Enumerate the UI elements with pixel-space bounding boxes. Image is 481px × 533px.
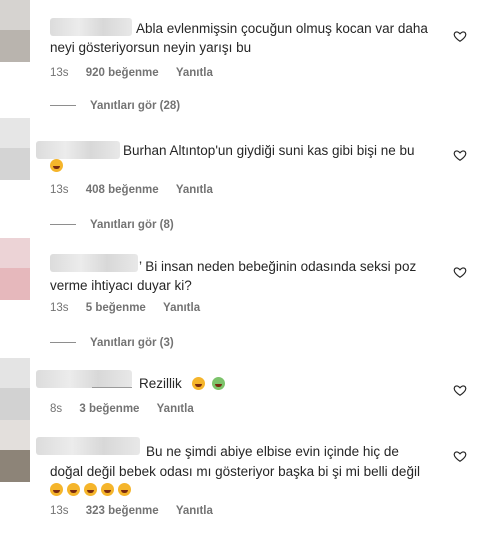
view-replies-label: Yanıtları gör (8) [90, 219, 174, 231]
heart-icon[interactable] [453, 383, 467, 397]
emoji-row [50, 156, 67, 175]
like-count[interactable]: 5 beğenme [86, 302, 146, 314]
comment-text: Abla evlenmişsin çocuğun olmuş kocan var… [136, 21, 428, 36]
laughing-crying-emoji-icon [67, 483, 80, 496]
view-replies-button[interactable]: Yanıtları gör (8) [50, 219, 174, 231]
comment-text: doğal değil bebek odası mı gösteriyor ba… [50, 464, 420, 479]
comment-time[interactable]: 13s [50, 302, 69, 314]
like-count[interactable]: 920 beğenme [86, 67, 159, 79]
comment-time[interactable]: 13s [50, 67, 69, 79]
comment-meta: 13s 408 beğenme Yanıtla [50, 184, 227, 196]
comment-text: Rezillik [139, 374, 229, 393]
view-replies-button[interactable]: Yanıtları gör (3) [50, 337, 174, 349]
heart-icon[interactable] [453, 265, 467, 279]
like-count[interactable]: 3 beğenme [79, 403, 139, 415]
divider-line [50, 105, 76, 107]
comment-text-line: Rezillik [139, 376, 182, 391]
comment-item: Bu ne şimdi abiye elbise evin içinde hiç… [0, 420, 481, 533]
comment-item: Rezillik 8s 3 beğenme Yanıtla [0, 358, 481, 428]
avatar[interactable] [0, 420, 30, 482]
avatar[interactable] [0, 358, 30, 420]
nauseated-face-emoji-icon [212, 377, 226, 390]
username-redacted[interactable] [36, 141, 120, 159]
reply-button[interactable]: Yanıtla [176, 184, 213, 196]
username-redacted[interactable] [50, 18, 132, 36]
username-underline [92, 387, 132, 388]
comment-text: Burhan Altıntop'un giydiği suni kas gibi… [123, 143, 415, 158]
comment-item: Burhan Altıntop'un giydiği suni kas gibi… [0, 118, 481, 238]
comment-time[interactable]: 13s [50, 505, 69, 517]
view-replies-label: Yanıtları gör (28) [90, 100, 181, 112]
username-redacted[interactable] [36, 437, 140, 455]
laughing-crying-emoji-icon [50, 159, 63, 172]
comment-text: verme ihtiyacı duyar ki? [50, 278, 192, 293]
comment-time[interactable]: 13s [50, 184, 69, 196]
reply-button[interactable]: Yanıtla [176, 505, 213, 517]
like-count[interactable]: 323 beğenme [86, 505, 159, 517]
like-count[interactable]: 408 beğenme [86, 184, 159, 196]
username-redacted[interactable] [50, 254, 138, 272]
comment-text: Bu ne şimdi abiye elbise evin içinde hiç… [146, 444, 399, 459]
reply-button[interactable]: Yanıtla [157, 403, 194, 415]
laughing-crying-emoji-icon [84, 483, 97, 496]
divider-line [50, 342, 76, 344]
comment-meta: 8s 3 beğenme Yanıtla [50, 403, 208, 415]
view-replies-button[interactable]: Yanıtları gör (28) [50, 100, 180, 112]
woozy-face-emoji-icon [191, 377, 205, 390]
heart-icon[interactable] [453, 29, 467, 43]
reply-button[interactable]: Yanıtla [163, 302, 200, 314]
comment-text-line: Bi insan neden bebeğinin odasında seksi … [141, 259, 417, 274]
laughing-crying-emoji-icon [118, 483, 131, 496]
comment-meta: 13s 5 beğenme Yanıtla [50, 302, 214, 314]
comment-meta: 13s 323 beğenme Yanıtla [50, 505, 227, 517]
comment-meta: 13s 920 beğenme Yanıtla [50, 67, 227, 79]
username-redacted[interactable] [36, 370, 132, 388]
laughing-crying-emoji-icon [101, 483, 114, 496]
comment-text: ’ Bi insan neden bebeğinin odasında seks… [139, 257, 416, 276]
comment-time[interactable]: 8s [50, 403, 62, 415]
comment-item: Abla evlenmişsin çocuğun olmuş kocan var… [0, 0, 481, 112]
avatar[interactable] [0, 0, 30, 62]
comment-item: ’ Bi insan neden bebeğinin odasında seks… [0, 238, 481, 358]
emoji-row [50, 480, 135, 499]
heart-icon[interactable] [453, 148, 467, 162]
comment-text: neyi gösteriyorsun neyin yarışı bu [50, 40, 252, 55]
laughing-crying-emoji-icon [50, 483, 63, 496]
divider-line [50, 224, 76, 226]
heart-icon[interactable] [453, 449, 467, 463]
reply-button[interactable]: Yanıtla [176, 67, 213, 79]
view-replies-label: Yanıtları gör (3) [90, 337, 174, 349]
avatar[interactable] [0, 238, 30, 300]
avatar[interactable] [0, 118, 30, 180]
